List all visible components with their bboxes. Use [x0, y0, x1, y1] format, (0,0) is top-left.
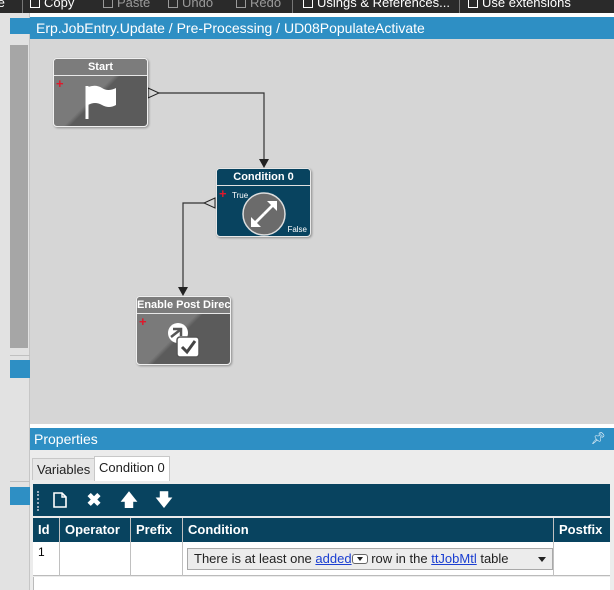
cell-id: 1 — [33, 542, 60, 576]
column-header-postfix[interactable]: Postfix — [554, 518, 610, 542]
pin-icon[interactable]: 📌︎ — [591, 431, 606, 445]
undo-button[interactable]: Undo — [168, 0, 213, 10]
references-icon — [303, 0, 313, 8]
start-output-port[interactable] — [147, 87, 161, 99]
condition-branch-icon — [242, 192, 286, 236]
connector-start-to-condition — [159, 92, 265, 161]
false-branch-label: False — [287, 225, 307, 234]
move-down-icon[interactable]: 🡇 — [153, 489, 175, 511]
column-header-condition[interactable]: Condition — [183, 518, 554, 542]
workflow-canvas[interactable]: Start + Condition 0 + True False Enable … — [30, 39, 614, 424]
properties-panel-header: Properties 📌︎ — [30, 428, 614, 450]
condition-true-port[interactable] — [202, 197, 216, 209]
toolbar-separator — [292, 0, 293, 13]
cell-prefix[interactable] — [131, 542, 183, 576]
condition-text: There is at least one — [194, 551, 312, 566]
added-dropdown-icon[interactable] — [351, 554, 368, 564]
chevron-down-icon[interactable] — [538, 557, 546, 562]
redo-icon — [236, 0, 246, 8]
connector-condition-to-action — [182, 202, 204, 289]
grid-empty-area — [33, 577, 610, 590]
column-header-prefix[interactable]: Prefix — [131, 518, 183, 542]
divider — [10, 355, 30, 356]
tab-condition-0[interactable]: Condition 0 — [94, 456, 170, 481]
expand-plus-icon[interactable]: + — [56, 77, 64, 90]
left-panel-section-header — [10, 487, 30, 505]
arrow-head — [178, 287, 188, 296]
start-node[interactable]: Start + — [53, 58, 148, 127]
copy-icon — [30, 0, 40, 8]
node-title: Enable Post Directi — [137, 297, 230, 314]
left-panel-scrollbar[interactable] — [10, 45, 28, 348]
cell-operator[interactable] — [60, 542, 131, 576]
table-link[interactable]: ttJobMtl — [431, 551, 477, 566]
grid-header: Id Operator Prefix Condition Postfix — [33, 518, 610, 542]
toolbar-separator — [459, 0, 460, 13]
left-panel-section-header — [10, 360, 30, 378]
properties-title: Properties — [34, 431, 98, 447]
column-header-id[interactable]: Id — [33, 518, 60, 542]
arrow-head — [259, 159, 269, 168]
divider — [10, 481, 30, 482]
table-row[interactable]: 1 There is at least one added row in the… — [33, 542, 610, 576]
toolbar-separator — [22, 0, 23, 13]
copy-button[interactable]: Copy — [30, 0, 74, 10]
redo-button[interactable]: Redo — [236, 0, 281, 10]
checkbox-icon — [468, 0, 478, 8]
flag-icon — [85, 85, 116, 119]
breadcrumb: Erp.JobEntry.Update / Pre-Processing / U… — [30, 17, 614, 39]
properties-panel: Variables Condition 0 ✖ 🡅 🡇 Id Operator … — [30, 450, 614, 590]
tab-variables[interactable]: Variables — [32, 458, 96, 480]
expand-plus-icon[interactable]: + — [219, 187, 227, 200]
expand-plus-icon[interactable]: + — [139, 315, 147, 328]
paste-icon — [103, 0, 113, 8]
toolbar-grip[interactable] — [37, 491, 41, 511]
cell-condition: There is at least one added row in the t… — [183, 542, 554, 576]
top-toolbar: te Copy Paste Undo Redo Usings & Referen… — [0, 0, 614, 13]
paste-button[interactable]: Paste — [103, 0, 150, 10]
move-up-icon[interactable]: 🡅 — [118, 489, 140, 511]
grid-toolbar: ✖ 🡅 🡇 — [33, 484, 610, 516]
condition-node[interactable]: Condition 0 + True False — [216, 168, 311, 237]
enable-post-directive-node[interactable]: Enable Post Directi + — [136, 296, 231, 365]
condition-text: row in the — [371, 551, 428, 566]
node-title: Start — [54, 59, 147, 76]
paste-special-button[interactable]: te — [0, 0, 5, 10]
delete-icon[interactable]: ✖ — [83, 489, 105, 511]
node-title: Condition 0 — [217, 169, 310, 186]
left-panel-header — [10, 18, 30, 34]
usings-references-button[interactable]: Usings & References... — [303, 0, 450, 10]
condition-dropdown[interactable]: There is at least one added row in the t… — [187, 548, 553, 570]
undo-icon — [168, 0, 178, 8]
use-extensions-toggle[interactable]: Use extensions — [468, 0, 571, 10]
condition-text: table — [480, 551, 509, 566]
column-header-operator[interactable]: Operator — [60, 518, 131, 542]
enable-directive-icon — [168, 323, 200, 358]
cell-postfix[interactable] — [554, 542, 610, 576]
left-panel-strip — [0, 13, 30, 590]
new-document-icon[interactable] — [49, 489, 71, 511]
added-link[interactable]: added — [315, 551, 351, 566]
